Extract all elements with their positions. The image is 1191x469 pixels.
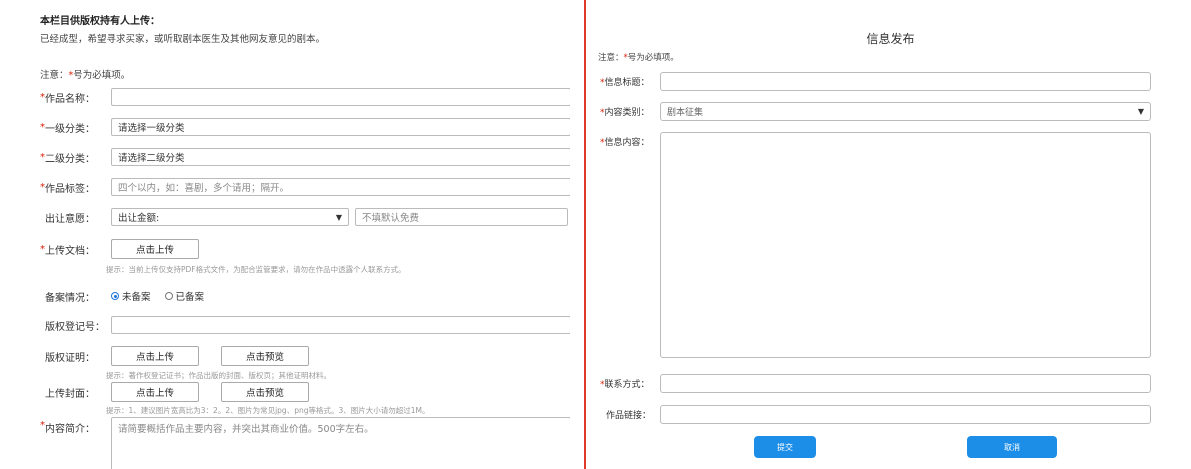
cancel-button[interactable]: 取消 [967, 436, 1057, 458]
tags-label: 作品标签： [45, 183, 95, 195]
radio-not-recorded[interactable]: 未备案 [111, 289, 151, 303]
row-record: 备案情况： 未备案 已备案 [40, 287, 218, 305]
upload-doc-label: 上传文档： [45, 245, 95, 257]
row-info-title: *信息标题： [600, 72, 1151, 91]
radio-recorded[interactable]: 已备案 [164, 289, 204, 303]
transfer-amount-input[interactable]: 不填默认免费 [355, 208, 568, 226]
transfer-label: 出让意愿： [45, 213, 95, 225]
work-name-input[interactable] [111, 88, 570, 106]
submit-button[interactable]: 提交 [754, 436, 816, 458]
cover-upload-button[interactable]: 点击上传 [111, 382, 199, 402]
row-upload-doc: * 上传文档： 点击上传 [40, 239, 199, 259]
intro-text: 已经成型，希望寻求买家，或听取剧本医生及其他网友意见的剧本。 [40, 34, 326, 45]
cover-preview-button[interactable]: 点击预览 [221, 382, 309, 402]
transfer-select-value: 出让金额: [118, 213, 160, 224]
row-summary: * 内容简介： 请简要概括作品主要内容，并突出其商业价值。500字左右。 [40, 417, 570, 469]
pane-divider [584, 0, 586, 469]
record-label: 备案情况： [45, 292, 95, 304]
copyright-proof-label: 版权证明： [45, 352, 95, 364]
info-content-label: *信息内容： [600, 138, 650, 148]
work-name-label: 作品名称： [45, 93, 95, 105]
row-info-content: *信息内容： [600, 132, 1151, 358]
row-category2: * 二级分类： 请选择二级分类 [40, 148, 570, 166]
cover-hint: 提示：1、建议图片宽高比为3：2。2、图片为常见jpg、png等格式。3、图片大… [106, 406, 430, 415]
radio-unselected-icon [164, 292, 173, 300]
required-note: 注意：*号为必填项。 [598, 53, 679, 63]
required-note: 注意：*号为必填项。 [40, 70, 131, 81]
intro-title: 本栏目供版权持有人上传： [40, 16, 160, 27]
content-type-select[interactable]: 剧本征集 ▼ [660, 102, 1151, 121]
info-title-label: *信息标题： [600, 78, 650, 88]
category1-label: 一级分类： [45, 123, 95, 135]
content-type-value: 剧本征集 [667, 108, 704, 118]
page-title: 信息发布 [866, 32, 915, 46]
copyright-reg-input[interactable] [111, 316, 570, 334]
summary-label: 内容简介： [45, 424, 95, 435]
category2-label: 二级分类： [45, 153, 95, 165]
row-copyright-proof: 版权证明： 点击上传 点击预览 [40, 346, 309, 366]
info-publish-form: 信息发布 注意：*号为必填项。 *信息标题： *内容类别： 剧本征集 ▼ *信息… [590, 0, 1191, 469]
copyright-upload-form: 本栏目供版权持有人上传： 已经成型，希望寻求买家，或听取剧本医生及其他网友意见的… [0, 0, 570, 469]
summary-textarea[interactable]: 请简要概括作品主要内容，并突出其商业价值。500字左右。 [111, 417, 570, 469]
row-link: 作品链接： [600, 405, 1151, 424]
transfer-select[interactable]: 出让金额: ▼ [111, 208, 349, 226]
row-transfer: 出让意愿： 出让金额: ▼ 不填默认免费 [40, 208, 568, 226]
content-type-label: *内容类别： [600, 108, 650, 118]
copyright-proof-hint: 提示：著作权登记证书；作品出版的封面、版权页；其他证明材料。 [106, 371, 331, 380]
contact-label: *联系方式： [600, 380, 650, 390]
row-work-name: * 作品名称： [40, 88, 570, 106]
info-title-input[interactable] [660, 72, 1151, 91]
row-cover: 上传封面： 点击上传 点击预览 [40, 382, 309, 402]
category1-select[interactable]: 请选择一级分类 [111, 118, 570, 136]
row-content-type: *内容类别： 剧本征集 ▼ [600, 102, 1151, 121]
radio-selected-icon [111, 292, 119, 300]
chevron-down-icon: ▼ [1137, 107, 1144, 116]
info-content-textarea[interactable] [660, 132, 1151, 358]
row-contact: *联系方式： [600, 374, 1151, 393]
tags-input[interactable]: 四个以内，如：喜剧，多个请用；隔开。 [111, 178, 570, 196]
link-label: 作品链接： [606, 411, 652, 421]
category2-select[interactable]: 请选择二级分类 [111, 148, 570, 166]
chevron-down-icon: ▼ [335, 212, 342, 222]
upload-doc-hint: 提示：当前上传仅支持PDF格式文件，为配合监管要求，请勿在作品中透露个人联系方式… [106, 265, 406, 274]
contact-input[interactable] [660, 374, 1151, 393]
upload-doc-button[interactable]: 点击上传 [111, 239, 199, 259]
copyright-proof-upload-button[interactable]: 点击上传 [111, 346, 199, 366]
cover-label: 上传封面： [45, 388, 95, 400]
row-category1: * 一级分类： 请选择一级分类 [40, 118, 570, 136]
row-copyright-reg: 版权登记号： [40, 316, 570, 334]
copyright-reg-label: 版权登记号： [45, 321, 105, 333]
link-input[interactable] [660, 405, 1151, 424]
copyright-proof-preview-button[interactable]: 点击预览 [221, 346, 309, 366]
row-tags: * 作品标签： 四个以内，如：喜剧，多个请用；隔开。 [40, 178, 570, 196]
